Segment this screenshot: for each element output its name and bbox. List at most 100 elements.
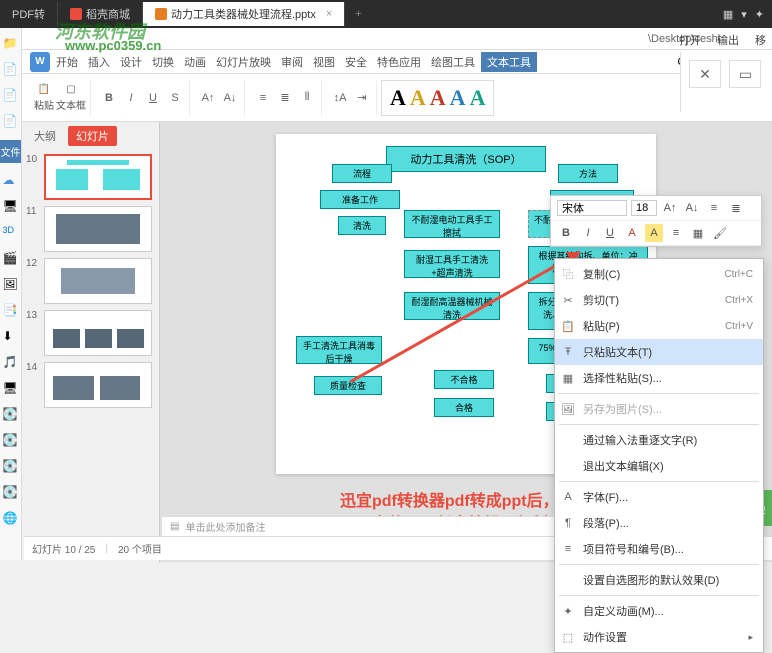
font-shrink-button[interactable]: A↓ bbox=[220, 88, 240, 108]
underline-icon[interactable]: U bbox=[601, 224, 619, 242]
menu-review[interactable]: 审阅 bbox=[277, 52, 307, 72]
thumb-13[interactable]: 13 bbox=[26, 310, 155, 356]
sparkle-icon[interactable]: ✦ bbox=[755, 8, 764, 21]
export-button[interactable]: 输出 bbox=[717, 32, 739, 48]
ctx-action-settings[interactable]: ⬚动作设置▸ bbox=[555, 624, 763, 650]
ctx-cut[interactable]: ✂剪切(T)Ctrl+X bbox=[555, 287, 763, 313]
italic-button[interactable]: I bbox=[121, 88, 141, 108]
menu-design[interactable]: 设计 bbox=[116, 52, 146, 72]
flow-box[interactable]: 耐湿工具手工清洗+超声清洗 bbox=[404, 250, 500, 278]
menu-feature[interactable]: 特色应用 bbox=[373, 52, 425, 72]
docs-icon[interactable]: 📑 bbox=[3, 303, 19, 319]
flow-box[interactable]: 合格 bbox=[434, 398, 494, 417]
font-style-4[interactable]: A bbox=[450, 85, 466, 111]
ctx-ime-rewrite[interactable]: 通过输入法重逐文字(R) bbox=[555, 427, 763, 453]
add-tab-button[interactable]: + bbox=[345, 4, 371, 24]
move-button[interactable]: 移 bbox=[755, 32, 766, 48]
font-style-5[interactable]: A bbox=[470, 85, 486, 111]
ctx-default-shape[interactable]: 设置自选图形的默认效果(D) bbox=[555, 567, 763, 593]
menu-insert[interactable]: 插入 bbox=[84, 52, 114, 72]
wps-logo-icon[interactable]: W bbox=[30, 52, 50, 72]
ctx-paragraph[interactable]: ¶段落(P)... bbox=[555, 510, 763, 536]
doc-icon[interactable]: 📄 bbox=[3, 88, 19, 104]
disk-icon[interactable]: 💽 bbox=[3, 485, 19, 501]
ctx-paste[interactable]: 📋粘贴(P)Ctrl+V bbox=[555, 313, 763, 339]
thumb-10[interactable]: 10 bbox=[26, 154, 155, 200]
highlight-icon[interactable]: A bbox=[645, 224, 663, 242]
disk-icon[interactable]: 💽 bbox=[3, 433, 19, 449]
underline-button[interactable]: U bbox=[143, 88, 163, 108]
minimize-icon[interactable]: ▾ bbox=[741, 8, 747, 21]
thumb-12[interactable]: 12 bbox=[26, 258, 155, 304]
doc-icon[interactable]: 📄 bbox=[3, 62, 19, 78]
slides-tab[interactable]: 幻灯片 bbox=[68, 126, 117, 146]
font-style-1[interactable]: A bbox=[390, 85, 406, 111]
tab-current-file[interactable]: 动力工具类器械处理流程.pptx× bbox=[143, 2, 345, 26]
cloud-icon[interactable]: ☁ bbox=[3, 173, 19, 189]
close-panel-button[interactable]: ✕ bbox=[689, 60, 721, 88]
flow-box[interactable]: 耐湿耐高温器械机械清洗 bbox=[404, 292, 500, 320]
menu-text-tools[interactable]: 文本工具 bbox=[481, 52, 537, 72]
ctx-exit-edit[interactable]: 退出文本编辑(X) bbox=[555, 453, 763, 479]
tab-pdf[interactable]: PDF转 bbox=[0, 2, 58, 26]
menu-transition[interactable]: 切换 bbox=[148, 52, 178, 72]
font-color-icon[interactable]: A bbox=[623, 224, 641, 242]
video-icon[interactable]: 🎬 bbox=[3, 251, 19, 267]
flow-box[interactable]: 不耐湿电动工具手工擦拭 bbox=[404, 210, 500, 238]
font-style-gallery[interactable]: A A A A A bbox=[381, 80, 494, 116]
ctx-copy[interactable]: ⿻复制(C)Ctrl+C bbox=[555, 261, 763, 287]
desktop-icon[interactable]: 🖥 bbox=[3, 381, 19, 397]
merge-icon[interactable]: ▦ bbox=[689, 224, 707, 242]
italic-icon[interactable]: I bbox=[579, 224, 597, 242]
doc-icon[interactable]: 📄 bbox=[3, 114, 19, 130]
file-tab[interactable]: 文件 bbox=[0, 140, 21, 163]
flow-box[interactable]: 质量检查 bbox=[314, 376, 382, 395]
close-icon[interactable]: × bbox=[326, 8, 332, 20]
bold-button[interactable]: B bbox=[99, 88, 119, 108]
ctx-custom-anim[interactable]: ✦自定义动画(M)... bbox=[555, 598, 763, 624]
tab-daoker[interactable]: 稻壳商城 bbox=[58, 2, 143, 26]
menu-view[interactable]: 视图 bbox=[309, 52, 339, 72]
paste-button[interactable]: 📋粘贴 bbox=[34, 84, 54, 112]
font-grow-icon[interactable]: A↑ bbox=[661, 199, 679, 217]
image-icon[interactable]: 🖼 bbox=[3, 277, 19, 293]
ctx-paste-special[interactable]: ▦选择性粘贴(S)... bbox=[555, 365, 763, 391]
flow-header-1[interactable]: 流程 bbox=[332, 164, 392, 183]
menu-animation[interactable]: 动画 bbox=[180, 52, 210, 72]
download-icon[interactable]: ⬇ bbox=[3, 329, 19, 345]
open-button[interactable]: 打开 bbox=[679, 32, 701, 48]
textbox-button[interactable]: ▢文本框 bbox=[56, 84, 86, 112]
text-dir-button[interactable]: ↕A bbox=[330, 88, 350, 108]
font-style-3[interactable]: A bbox=[430, 85, 446, 111]
font-size-input[interactable] bbox=[631, 200, 657, 216]
grid-icon[interactable]: ▦ bbox=[723, 8, 733, 21]
font-family-input[interactable] bbox=[557, 200, 627, 216]
outline-tab[interactable]: 大纲 bbox=[26, 126, 64, 146]
bullets-icon[interactable]: ≡ bbox=[705, 199, 723, 217]
expand-panel-button[interactable]: ▭ bbox=[729, 60, 761, 88]
font-shrink-icon[interactable]: A↓ bbox=[683, 199, 701, 217]
menu-start[interactable]: 开始 bbox=[52, 52, 82, 72]
flow-header-2[interactable]: 方法 bbox=[558, 164, 618, 183]
pc-icon[interactable]: 🖥 bbox=[3, 199, 19, 215]
flow-box[interactable]: 清洗 bbox=[338, 216, 386, 235]
numbering-button[interactable]: ≣ bbox=[275, 88, 295, 108]
flow-box[interactable]: 不合格 bbox=[434, 370, 494, 389]
ctx-font[interactable]: A字体(F)... bbox=[555, 484, 763, 510]
music-icon[interactable]: 🎵 bbox=[3, 355, 19, 371]
flow-box[interactable]: 准备工作 bbox=[320, 190, 400, 209]
network-icon[interactable]: 🌐 bbox=[3, 511, 19, 527]
indent-button[interactable]: ⇥ bbox=[352, 88, 372, 108]
thumb-11[interactable]: 11 bbox=[26, 206, 155, 252]
menu-drawing[interactable]: 绘图工具 bbox=[427, 52, 479, 72]
align-icon[interactable]: ≡ bbox=[667, 224, 685, 242]
thumbnail-list[interactable]: 10 11 12 13 14 bbox=[22, 150, 159, 418]
disk-icon[interactable]: 💽 bbox=[3, 407, 19, 423]
disk-icon[interactable]: 💽 bbox=[3, 459, 19, 475]
format-painter-icon[interactable]: 🖌 bbox=[711, 224, 729, 242]
notes-area[interactable]: ▤ 单击此处添加备注 bbox=[162, 516, 562, 536]
thumb-14[interactable]: 14 bbox=[26, 362, 155, 408]
bullets-button[interactable]: ≡ bbox=[253, 88, 273, 108]
bold-icon[interactable]: B bbox=[557, 224, 575, 242]
font-grow-button[interactable]: A↑ bbox=[198, 88, 218, 108]
